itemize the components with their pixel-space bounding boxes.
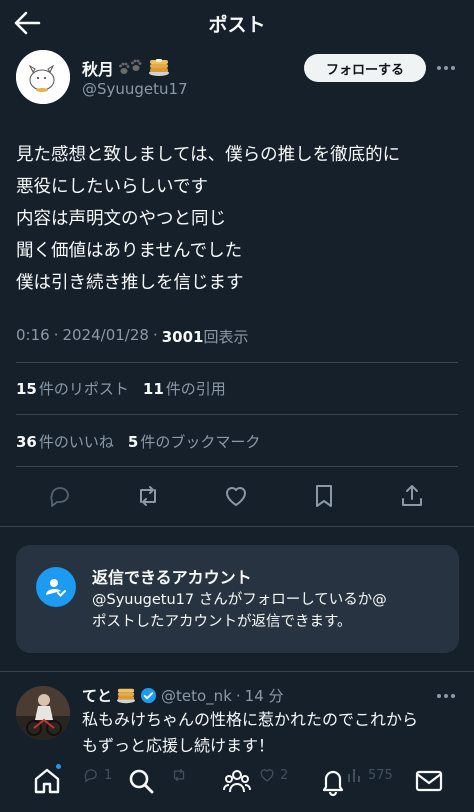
author-display-name[interactable]: 秋月 (82, 56, 114, 80)
like-bookmark-stats: 36 件のいいね 5 件のブックマーク (16, 431, 260, 452)
author-name-row[interactable]: 秋月 (82, 56, 170, 80)
top-bar: ポスト (0, 0, 474, 46)
reply-header: てと @teto_nk · 14 分 (82, 685, 284, 706)
post-actions (0, 478, 474, 514)
reply-restriction-desc: @Syuugetu17 さんがフォローしているか@ ポストしたアカウントが返信で… (92, 589, 442, 633)
pancake-icon (117, 688, 136, 703)
divider (16, 466, 458, 467)
post-line: 見た感想と致しましては、僕らの推しを徹底的に (16, 145, 401, 165)
views-stat[interactable]: 3001回表示 (162, 326, 249, 347)
post-line: 悪役にしたいらしいです (16, 177, 208, 197)
communities-icon[interactable] (222, 766, 252, 796)
author-handle[interactable]: @Syuugetu17 (82, 80, 188, 98)
reposts-count: 15 (16, 380, 37, 398)
post-date[interactable]: 2024/01/28 (62, 326, 148, 347)
likes-label: 件のいいね (38, 433, 114, 451)
bookmarks-count: 5 (127, 433, 139, 451)
reply-handle[interactable]: @teto_nk (161, 687, 232, 705)
reply-text: 私もみけちゃんの性格に惹かれたのでこれから もずっと応援し続けます！ (82, 707, 462, 759)
views-count: 3001 (161, 328, 204, 346)
reply-avatar[interactable] (16, 686, 70, 740)
reply-restriction-card: 返信できるアカウント @Syuugetu17 さんがフォローしているか@ ポスト… (16, 545, 459, 653)
bookmarks-label: 件のブックマーク (140, 433, 261, 451)
quotes-stat[interactable]: 11 件の引用 (143, 378, 226, 399)
repost-icon[interactable] (134, 482, 162, 510)
reply-text-line: 私もみけちゃんの性格に惹かれたのでこれから (82, 710, 419, 729)
notifications-icon[interactable] (318, 766, 348, 796)
search-icon[interactable] (126, 766, 156, 796)
more-options-icon[interactable] (434, 58, 458, 78)
post-time[interactable]: 0:16 (16, 326, 50, 347)
post-line: 聞く価値はありませんでした (16, 241, 243, 261)
bookmark-icon[interactable] (310, 482, 338, 510)
post-meta: 0:16 · 2024/01/28 · 3001回表示 (16, 326, 248, 347)
home-icon[interactable] (32, 766, 62, 796)
follow-button[interactable]: フォローする (304, 54, 426, 82)
heart-icon[interactable] (222, 482, 250, 510)
paw-prints-icon (119, 59, 142, 74)
reply-text-line: もずっと応援し続けます！ (82, 736, 275, 755)
page-title: ポスト (208, 14, 266, 36)
repost-quote-stats: 15 件のリポスト 11 件の引用 (16, 378, 226, 399)
divider (0, 671, 474, 672)
share-icon[interactable] (398, 482, 426, 510)
reply-display-name[interactable]: てと (82, 685, 112, 706)
post-line: 僕は引き続き推しを信じます (16, 273, 244, 293)
reposts-stat[interactable]: 15 件のリポスト (16, 378, 129, 399)
reply-restriction-line: ポストしたアカウントが返信できます。 (92, 614, 352, 630)
likes-count: 36 (16, 433, 37, 451)
reply-restriction-title: 返信できるアカウント (92, 568, 252, 587)
post-text: 見た感想と致しましては、僕らの推しを徹底的に 悪役にしたいらしいです 内容は声明… (16, 139, 461, 299)
meta-separator: · (152, 326, 158, 344)
verified-badge-icon (140, 687, 157, 704)
meta-separator: · (235, 686, 241, 705)
messages-icon[interactable] (414, 766, 444, 796)
reply-icon[interactable] (46, 482, 74, 510)
likes-stat[interactable]: 36 件のいいね (16, 431, 114, 452)
home-new-dot (56, 764, 61, 769)
divider (0, 526, 474, 527)
quotes-label: 件の引用 (165, 380, 226, 398)
quotes-count: 11 (142, 380, 164, 398)
bottom-tab-bar (0, 758, 474, 812)
divider (16, 414, 458, 415)
reply-restriction-line: @Syuugetu17 さんがフォローしているか@ (92, 592, 387, 608)
meta-separator: · (53, 326, 59, 344)
author-avatar[interactable] (16, 50, 70, 104)
divider (16, 362, 458, 363)
post-line: 内容は声明文のやつと同じ (16, 209, 226, 229)
user-check-icon (36, 567, 76, 607)
reply-time[interactable]: 14 分 (245, 685, 284, 706)
reply-more-options-icon[interactable] (434, 688, 458, 704)
bookmarks-stat[interactable]: 5 件のブックマーク (128, 431, 260, 452)
views-label: 回表示 (203, 328, 249, 346)
pancake-icon (149, 59, 170, 76)
reposts-label: 件のリポスト (38, 380, 129, 398)
